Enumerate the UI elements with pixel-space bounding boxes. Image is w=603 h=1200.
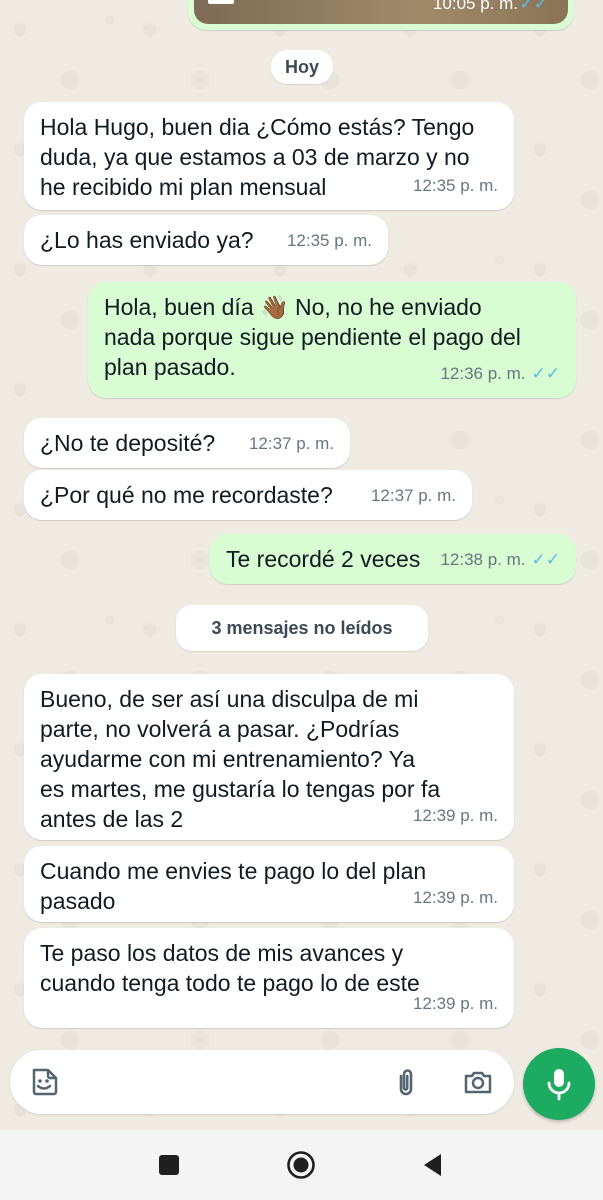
message-time: 12:37 p. m.: [370, 486, 456, 505]
hd-badge: HD: [208, 0, 234, 4]
message-time: 12:39 p. m.: [412, 994, 498, 1013]
incoming-message[interactable]: ¿No te deposité? 12:37 p. m.: [24, 418, 350, 468]
media-thumbnail[interactable]: HD 10:05 p. m. ✓✓: [194, 0, 568, 24]
message-time: 10:05 p. m.: [432, 0, 518, 13]
sticker-icon[interactable]: [28, 1066, 60, 1098]
read-ticks-icon: ✓✓: [531, 364, 561, 383]
date-divider: Hoy: [271, 50, 333, 84]
outgoing-message[interactable]: Te recordé 2 veces 12:38 p. m. ✓✓: [210, 534, 576, 584]
camera-icon[interactable]: [462, 1066, 494, 1098]
incoming-message[interactable]: Te paso los datos de mis avances y cuand…: [24, 928, 514, 1028]
read-ticks-icon: ✓✓: [519, 0, 549, 13]
media-message[interactable]: HD 10:05 p. m. ✓✓: [188, 0, 574, 30]
message-time: 12:39 p. m.: [412, 806, 498, 825]
message-time: 12:38 p. m. ✓✓: [440, 550, 561, 569]
incoming-message[interactable]: Bueno, de ser así una disculpa de mi par…: [24, 674, 514, 840]
message-composer[interactable]: [10, 1050, 514, 1114]
incoming-message[interactable]: ¿Lo has enviado ya? 12:35 p. m.: [24, 215, 388, 265]
incoming-message[interactable]: Cuando me envies te pago lo del plan pas…: [24, 846, 514, 922]
recents-icon[interactable]: [154, 1150, 184, 1180]
back-icon[interactable]: [418, 1150, 448, 1180]
system-navigation-bar: [0, 1130, 603, 1200]
message-time: 12:35 p. m.: [286, 231, 372, 250]
message-time: 12:36 p. m. ✓✓: [440, 364, 561, 383]
incoming-message[interactable]: Hola Hugo, buen dia ¿Cómo estás? Tengo d…: [24, 102, 514, 210]
read-ticks-icon: ✓✓: [531, 550, 561, 569]
message-time: 12:37 p. m.: [248, 434, 334, 453]
message-time: 12:35 p. m.: [412, 176, 498, 195]
message-input[interactable]: [74, 1064, 378, 1102]
outgoing-message[interactable]: Hola, buen día 👋🏾 No, no he enviado nada…: [88, 282, 576, 398]
paperclip-icon[interactable]: [390, 1066, 422, 1098]
incoming-message[interactable]: ¿Por qué no me recordaste? 12:37 p. m.: [24, 470, 472, 520]
microphone-button[interactable]: [523, 1048, 595, 1120]
message-time: 12:39 p. m.: [412, 888, 498, 907]
home-icon[interactable]: [286, 1150, 316, 1180]
microphone-icon: [547, 1069, 571, 1101]
unread-messages-divider: 3 mensajes no leídos: [176, 605, 428, 651]
